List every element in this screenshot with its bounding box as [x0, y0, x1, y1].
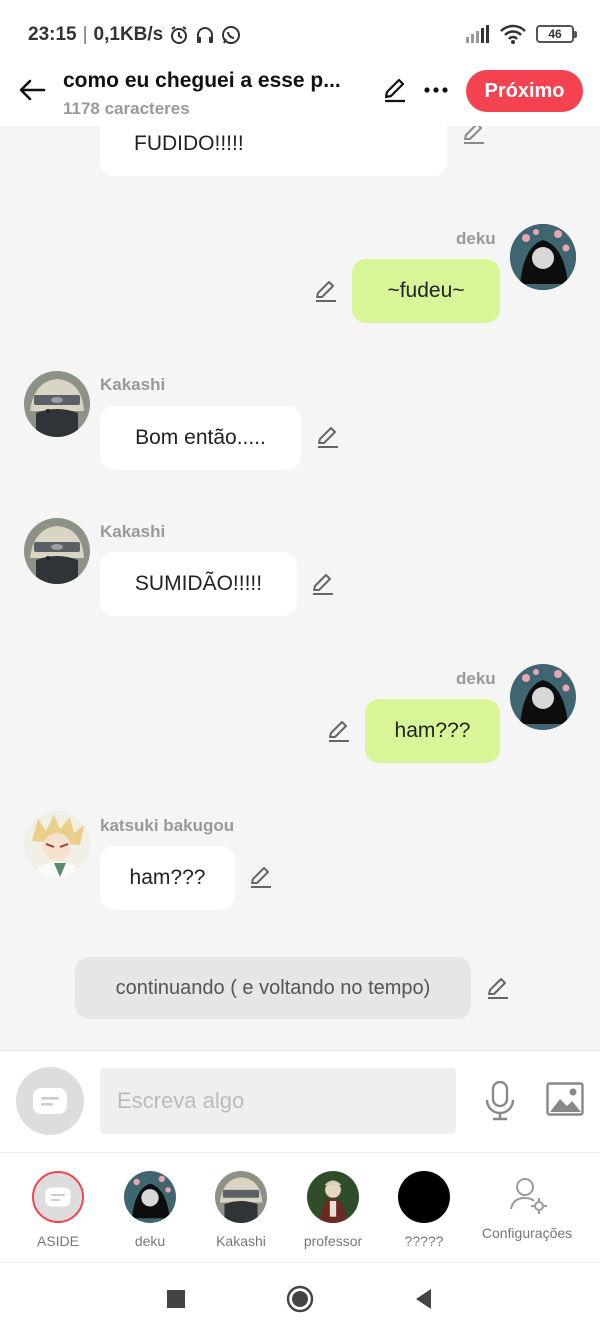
alarm-icon — [171, 26, 188, 44]
aside-chat-icon — [33, 1088, 67, 1114]
edit-pencil-icon[interactable] — [315, 424, 341, 450]
home-icon[interactable] — [286, 1285, 314, 1313]
message-text: SUMIDÃO!!!!! — [134, 572, 263, 595]
whatsapp-icon — [222, 26, 241, 44]
aside-bubble[interactable]: continuando ( e voltando no tempo) — [75, 957, 471, 1019]
deku-avatar — [124, 1171, 176, 1223]
character-unknown[interactable]: ????? — [379, 1171, 469, 1249]
message-text: ~fudeu~ — [387, 279, 465, 302]
deku-avatar-art — [124, 1171, 176, 1223]
edit-pencil-icon[interactable] — [310, 571, 336, 597]
character-kakashi[interactable]: Kakashi — [196, 1171, 286, 1249]
unknown-avatar — [398, 1171, 450, 1223]
message-bubble[interactable]: SUMIDÃO!!!!! — [100, 552, 297, 616]
avatar-katsuki[interactable] — [24, 811, 90, 877]
edit-pencil-icon[interactable] — [461, 126, 487, 146]
character-label: Kakashi — [216, 1233, 266, 1249]
message-text: ham??? — [394, 719, 471, 742]
system-nav-bar — [0, 1262, 600, 1333]
character-deku[interactable]: deku — [105, 1171, 195, 1249]
chat-area: FUDIDO!!!!! deku ~fudeu~ Kakashi Bom ent… — [0, 126, 600, 1050]
message-input-bar — [0, 1050, 600, 1152]
kakashi-avatar — [215, 1171, 267, 1223]
battery-level: 46 — [548, 27, 562, 41]
deku-avatar-art — [510, 664, 576, 730]
message-input[interactable] — [100, 1068, 456, 1134]
message-bubble[interactable]: ~fudeu~ — [352, 259, 500, 323]
edit-pencil-icon[interactable] — [326, 718, 352, 744]
speaker-name: deku — [456, 669, 496, 688]
aside-text: continuando ( e voltando no tempo) — [115, 976, 431, 999]
character-label: Configurações — [481, 1225, 573, 1241]
message-bubble[interactable]: ham??? — [100, 846, 235, 910]
aside-toggle-button[interactable] — [16, 1067, 84, 1135]
character-count: 1178 caracteres — [63, 99, 190, 118]
message-text: Bom então..... — [135, 426, 266, 449]
character-label: deku — [134, 1233, 166, 1249]
kakashi-avatar-art — [215, 1171, 267, 1223]
kakashi-avatar-art — [24, 518, 90, 584]
professor-avatar-art — [307, 1171, 359, 1223]
signal-icon — [466, 25, 489, 43]
avatar-deku[interactable] — [510, 224, 576, 290]
next-button[interactable]: Próximo — [466, 70, 583, 112]
message-bubble[interactable]: ham??? — [365, 699, 500, 763]
avatar-kakashi[interactable] — [24, 371, 90, 437]
status-network-speed: 0,1KB/s — [93, 24, 164, 45]
story-title: como eu cheguei a esse p... — [63, 69, 341, 92]
aside-avatar — [32, 1171, 84, 1223]
speaker-name: katsuki bakugou — [100, 816, 235, 835]
battery-icon: 46 — [536, 25, 577, 43]
speaker-name: Kakashi — [100, 375, 166, 394]
speaker-name: Kakashi — [100, 522, 166, 541]
more-options-icon[interactable] — [422, 76, 450, 104]
back-nav-icon[interactable] — [410, 1285, 438, 1313]
kakashi-avatar-art — [24, 371, 90, 437]
settings-button[interactable]: Configurações — [472, 1171, 582, 1241]
professor-avatar — [307, 1171, 359, 1223]
message-text: ham??? — [129, 866, 206, 889]
recent-apps-icon[interactable] — [162, 1285, 190, 1313]
character-selector: ASIDE deku Kakashi professor ????? Confi… — [0, 1152, 600, 1262]
message-bubble[interactable]: Bom então..... — [100, 406, 301, 470]
character-label: ASIDE — [36, 1233, 79, 1249]
deku-avatar-art — [510, 224, 576, 290]
character-label: professor — [303, 1233, 363, 1249]
status-separator: | — [82, 24, 88, 45]
headphones-icon — [197, 27, 214, 43]
character-professor[interactable]: professor — [288, 1171, 378, 1249]
character-label: ????? — [404, 1233, 444, 1249]
status-right: 46 — [466, 24, 577, 44]
katsuki-avatar-art — [24, 811, 90, 877]
status-bar: 23:15 | 0,1KB/s 46 — [0, 0, 600, 64]
message-bubble[interactable]: FUDIDO!!!!! — [100, 126, 447, 176]
edit-title-icon[interactable] — [381, 76, 409, 104]
aside-chat-icon — [45, 1187, 71, 1207]
edit-pencil-icon[interactable] — [485, 975, 511, 1001]
image-icon[interactable] — [546, 1082, 584, 1116]
status-time: 23:15 — [28, 24, 77, 45]
microphone-icon[interactable] — [484, 1081, 516, 1121]
avatar-deku[interactable] — [510, 664, 576, 730]
wifi-icon — [500, 24, 526, 44]
message-text: FUDIDO!!!!! — [134, 132, 244, 155]
character-aside[interactable]: ASIDE — [13, 1171, 103, 1249]
edit-pencil-icon[interactable] — [313, 278, 339, 304]
avatar-kakashi[interactable] — [24, 518, 90, 584]
speaker-name: deku — [456, 229, 496, 248]
status-left: 23:15 | 0,1KB/s — [28, 24, 241, 46]
edit-pencil-icon[interactable] — [248, 864, 274, 890]
back-arrow-icon[interactable] — [16, 74, 48, 106]
user-settings-icon — [510, 1178, 547, 1214]
story-header: como eu cheguei a esse p... 1178 caracte… — [0, 64, 600, 126]
